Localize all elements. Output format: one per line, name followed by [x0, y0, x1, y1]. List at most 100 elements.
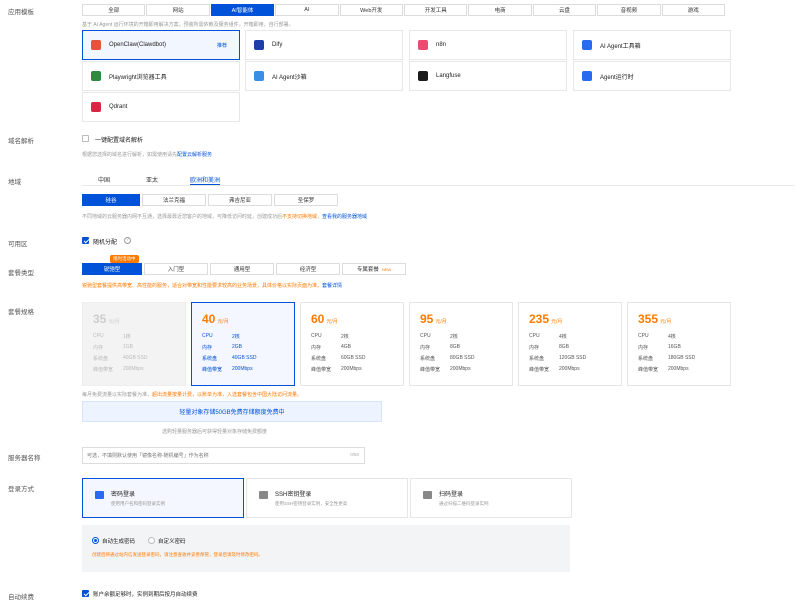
app-card[interactable]: Dify: [245, 30, 403, 60]
plan-spec-value: 120GB SSD: [559, 355, 587, 361]
app-tab-3[interactable]: AI: [275, 4, 339, 16]
custom-password-label: 自定义密码: [158, 539, 186, 545]
app-tab-6[interactable]: 电商: [468, 4, 532, 16]
app-card[interactable]: AI Agent工具箱: [573, 30, 731, 60]
login-option-card[interactable]: 扫码登录 通过扫描二维码登录实例: [410, 478, 572, 518]
plan-spec-value: 2GB: [232, 344, 243, 350]
plan-spec-value: 4核: [668, 334, 676, 340]
app-tab-8[interactable]: 音视频: [597, 4, 661, 16]
package-tab-exclusive[interactable]: 专属套餐 NEW: [342, 263, 406, 275]
package-tab-general[interactable]: 通用型: [210, 263, 274, 275]
auto-renew-label: 自动续费: [8, 594, 34, 600]
plan-card[interactable]: 95 元/月 CPU 2核 内存 8GB 系统盘 80GB SSD 峰值带宽 200Mbps: [409, 302, 513, 386]
plan-spec-value: 2核: [232, 334, 240, 340]
plan-price-unit: 元/月: [326, 319, 338, 325]
object-storage-banner[interactable]: 轻量对象存储50GB免费存储额度免费中: [82, 401, 382, 422]
plan-card[interactable]: 355 元/月 CPU 4核 内存 16GB 系统盘 180GB SSD 峰值带宽 200Mbps: [627, 302, 731, 386]
package-tab-economy[interactable]: 经济型: [276, 263, 340, 275]
app-icon: [254, 40, 264, 50]
plan-card[interactable]: 40 元/月 CPU 2核 内存 2GB 系统盘 40GB SSD 峰值带宽 200Mbps: [191, 302, 295, 386]
plan-spec-cpu: CPU 2核: [420, 333, 506, 340]
city-virginia[interactable]: 弗吉尼亚: [208, 194, 272, 206]
plan-spec-disk: 系统盘 180GB SSD: [638, 355, 724, 362]
plan-spec-label: 峰值带宽: [638, 367, 659, 373]
auto-password-radio[interactable]: [92, 537, 99, 544]
app-card[interactable]: AI Agent沙箱: [245, 61, 403, 91]
app-card-label: Agent运行时: [600, 74, 634, 81]
plan-spec-mem: 内存 1GB: [93, 344, 179, 351]
city-sao-paulo[interactable]: 圣保罗: [274, 194, 338, 206]
plan-spec-value: 200Mbps: [123, 366, 144, 372]
plan-spec-label: 系统盘: [311, 356, 327, 362]
plan-spec-label: 峰值带宽: [202, 367, 223, 373]
plan-spec-cpu: CPU 2核: [202, 333, 288, 340]
plan-spec-label: 峰值带宽: [93, 367, 114, 373]
city-silicon-valley[interactable]: 硅谷: [82, 194, 140, 206]
login-option-title: 扫码登录: [439, 492, 464, 498]
plan-spec-bw: 峰值带宽 200Mbps: [529, 366, 615, 373]
region-tab-apac[interactable]: 亚太: [146, 175, 158, 185]
app-card-label: Dify: [272, 42, 283, 48]
app-card[interactable]: Agent运行时: [573, 61, 731, 91]
domain-checkbox[interactable]: [82, 135, 89, 142]
plan-spec-value: 2核: [450, 334, 458, 340]
plan-spec-label: 系统盘: [529, 356, 545, 362]
package-tab-ruichi[interactable]: 锐驰型: [82, 263, 142, 275]
region-tab-americas-europe[interactable]: 欧洲和美洲: [190, 175, 221, 185]
app-tab-0[interactable]: 全部: [82, 4, 146, 16]
plan-spec-value: 80GB SSD: [450, 355, 475, 361]
plan-spec-value: 40GB SSD: [123, 355, 148, 361]
plan-price-unit: 元/月: [108, 319, 120, 325]
app-icon: [582, 71, 592, 81]
app-card[interactable]: Qdrant: [82, 92, 240, 122]
plan-spec-label: 峰值带宽: [420, 367, 441, 373]
plan-spec-mem: 内存 2GB: [202, 344, 288, 351]
app-tab-1[interactable]: 网站: [146, 4, 210, 16]
help-icon[interactable]: ?: [124, 237, 131, 244]
domain-hint: 根据您选择的域名进行解析，如需使用请先配置云解析服务: [82, 152, 213, 158]
promo-badge: 限时活动中: [110, 255, 139, 263]
server-name-field[interactable]: 0/60: [82, 447, 365, 464]
app-card[interactable]: OpenClaw(Clawdbot) 推荐: [82, 30, 240, 60]
app-card[interactable]: n8n: [409, 30, 567, 60]
plan-spec-value: 200Mbps: [341, 366, 362, 372]
auto-renew-checkbox[interactable]: [82, 590, 89, 597]
plan-price-value: 355: [638, 312, 659, 326]
plan-spec-bw: 峰值带宽 200Mbps: [638, 366, 724, 373]
plan-card[interactable]: 60 元/月 CPU 2核 内存 4GB 系统盘 60GB SSD 峰值带宽 200Mbps: [300, 302, 404, 386]
app-icon: [418, 71, 428, 81]
plan-spec-disk: 系统盘 60GB SSD: [311, 355, 397, 362]
custom-password-radio[interactable]: [148, 537, 155, 544]
city-frankfurt[interactable]: 法兰克福: [142, 194, 206, 206]
plan-card[interactable]: 235 元/月 CPU 4核 内存 8GB 系统盘 120GB SSD 峰值带宽 200Mbps: [518, 302, 622, 386]
login-option-card[interactable]: SSH密钥登录 使用SSH密钥登录实例，安全性更高: [246, 478, 408, 518]
domain-hint-link[interactable]: 配置云解析服务: [177, 152, 212, 158]
server-name-input[interactable]: [87, 450, 327, 461]
plan-card: 35 元/月 CPU 1核 内存 1GB 系统盘 40GB SSD 峰值带宽 200Mbps: [82, 302, 186, 386]
app-tab-7[interactable]: 云盘: [532, 4, 597, 16]
random-zone-checkbox[interactable]: [82, 237, 89, 244]
package-detail-link[interactable]: 套餐详情: [322, 283, 342, 289]
package-type-hint: 锐驰型套餐提供高带宽、高性能的服务，适合对带宽和性能要求较高的业务场景，具体价格…: [82, 283, 343, 289]
domain-label: 域名解析: [8, 138, 34, 145]
plan-spec-label: CPU: [420, 333, 431, 339]
app-card[interactable]: Playwright浏览器工具: [82, 61, 240, 91]
app-tab-9[interactable]: 游戏: [661, 4, 725, 16]
app-card[interactable]: Langfuse: [409, 61, 567, 91]
app-tab-2[interactable]: AI智能体: [210, 4, 275, 16]
plan-price-value: 235: [529, 312, 550, 326]
plan-spec-value: 200Mbps: [668, 366, 689, 372]
app-tab-5[interactable]: 开发工具: [404, 4, 468, 16]
app-card-label: Langfuse: [436, 73, 461, 79]
region-tab-china[interactable]: 中国: [98, 175, 110, 185]
package-tab-entry[interactable]: 入门型: [144, 263, 208, 275]
plan-price-unit: 元/月: [217, 319, 229, 325]
region-hint-link[interactable]: 查看我的服务器地域: [322, 214, 367, 220]
plan-spec-mem: 内存 8GB: [420, 344, 506, 351]
login-option-card[interactable]: 密码登录 使用用户名和密码登录实例: [82, 478, 244, 518]
app-card-label: OpenClaw(Clawdbot): [109, 42, 167, 48]
app-tab-4[interactable]: Web开发: [339, 4, 403, 16]
plan-spec-value: 4GB: [341, 344, 352, 350]
plan-spec-value: 8GB: [559, 344, 570, 350]
app-card-label: n8n: [436, 42, 447, 48]
